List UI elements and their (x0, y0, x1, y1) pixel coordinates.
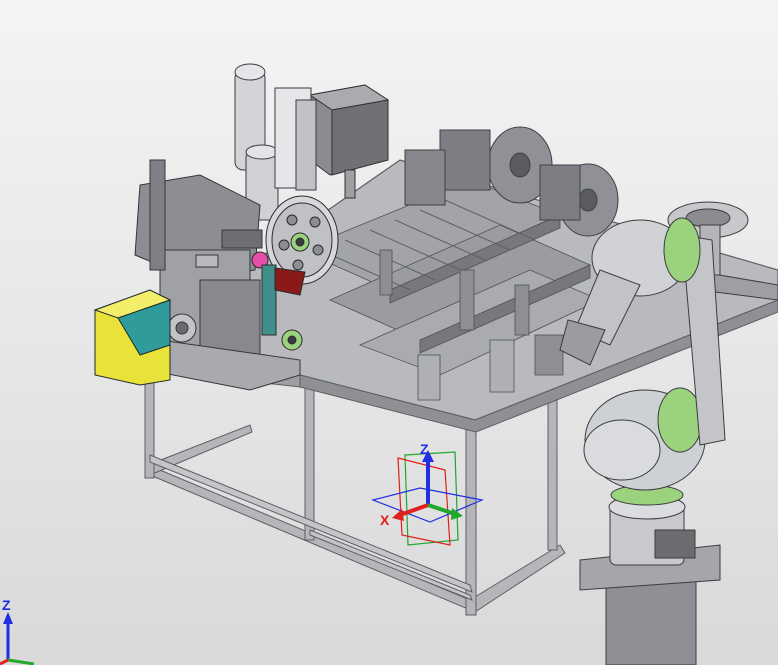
orientation-triad-icon[interactable]: Z (0, 597, 35, 665)
triad-z-label: Z (420, 441, 429, 457)
side-enclosure[interactable] (93, 289, 172, 386)
assembly-scene[interactable]: Z X Z (0, 0, 778, 665)
triad-x-label: X (380, 512, 390, 528)
cad-3d-viewport[interactable]: Z X Z (0, 0, 778, 665)
corner-triad-z-label: Z (2, 597, 11, 613)
